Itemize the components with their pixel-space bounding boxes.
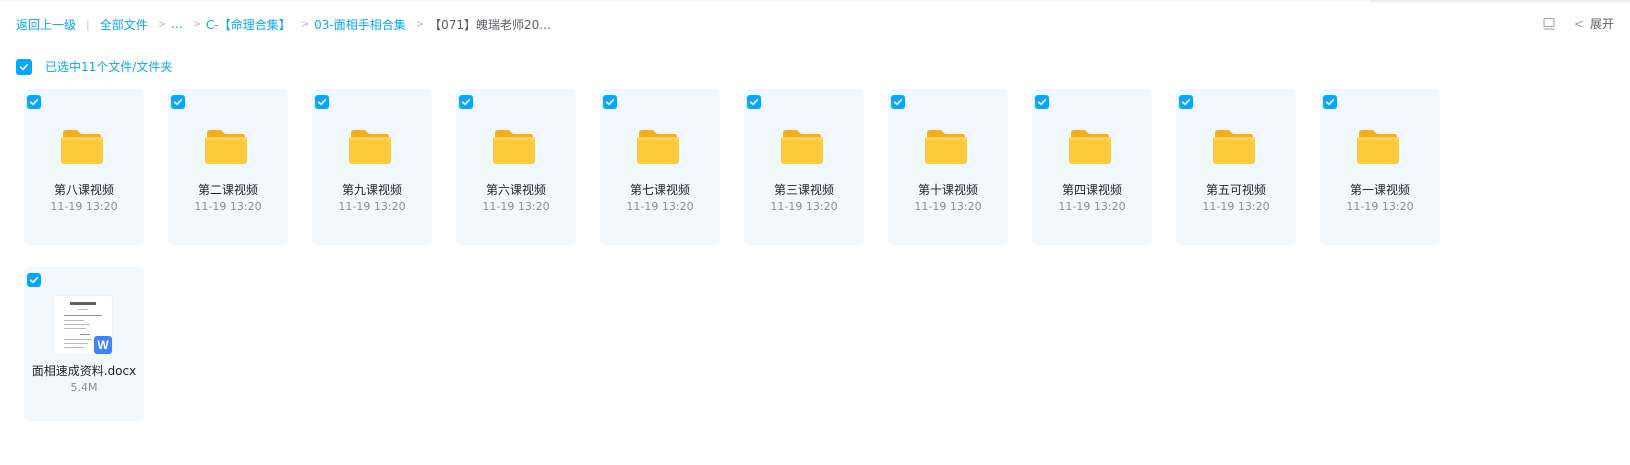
item-name: 第四课视频: [1061, 183, 1122, 197]
breadcrumb-chevron-icon: >: [192, 18, 201, 30]
breadcrumb-all-files[interactable]: 全部文件: [100, 16, 148, 33]
item-name: 第三课视频: [773, 183, 834, 197]
item-meta: 11-19 13:20: [914, 200, 982, 213]
item-checkbox[interactable]: [27, 95, 41, 109]
item-meta: 11-19 13:20: [1058, 200, 1126, 213]
breadcrumb-crumb-2[interactable]: 03-面相手相合集: [314, 16, 406, 33]
item-checkbox[interactable]: [171, 95, 185, 109]
folder-card[interactable]: 第一课视频 11-19 13:20: [1320, 89, 1440, 245]
item-name: 第二课视频: [197, 183, 258, 197]
back-link[interactable]: 返回上一级: [16, 16, 76, 33]
folder-card[interactable]: 第五可视频 11-19 13:20: [1176, 89, 1296, 245]
item-meta: 11-19 13:20: [194, 200, 262, 213]
item-meta: 5.4M: [70, 381, 98, 394]
item-name: 第十课视频: [917, 183, 978, 197]
folder-card[interactable]: 第九课视频 11-19 13:20: [312, 89, 432, 245]
item-name: 第六课视频: [485, 183, 546, 197]
item-meta: 11-19 13:20: [482, 200, 550, 213]
item-meta: 11-19 13:20: [770, 200, 838, 213]
item-checkbox[interactable]: [1179, 95, 1193, 109]
folder-card[interactable]: 第六课视频 11-19 13:20: [456, 89, 576, 245]
item-checkbox[interactable]: [891, 95, 905, 109]
item-checkbox[interactable]: [1035, 95, 1049, 109]
chevron-left-icon[interactable]: <: [1574, 17, 1584, 31]
item-name: 第八课视频: [53, 183, 114, 197]
item-name: 第一课视频: [1349, 183, 1410, 197]
breadcrumb-chevron-icon: >: [300, 18, 310, 30]
expand-button[interactable]: 展开: [1590, 15, 1614, 32]
item-checkbox[interactable]: [603, 95, 617, 109]
item-name: 第五可视频: [1205, 183, 1266, 197]
breadcrumb-ellipsis[interactable]: ...: [171, 17, 182, 31]
item-checkbox[interactable]: [27, 273, 41, 287]
top-scroll-indicator: [1370, 0, 1630, 2]
view-tools: < 展开: [1542, 15, 1614, 32]
item-meta: 11-19 13:20: [338, 200, 406, 213]
folder-icon: [781, 130, 823, 164]
select-all[interactable]: 已选中11个文件/文件夹: [16, 58, 172, 75]
item-name: 第七课视频: [629, 183, 690, 197]
folder-icon: [205, 130, 247, 164]
item-checkbox[interactable]: [315, 95, 329, 109]
breadcrumb-crumb-1[interactable]: C-【命理合集】: [206, 16, 291, 33]
folder-card[interactable]: 第七课视频 11-19 13:20: [600, 89, 720, 245]
folder-icon: [1213, 130, 1255, 164]
folder-icon: [493, 130, 535, 164]
breadcrumb: 返回上一级 | 全部文件 > ... > C-【命理合集】 > 03-面相手相合…: [16, 15, 551, 33]
folder-icon: [637, 130, 679, 164]
select-all-checkbox[interactable]: [16, 58, 32, 75]
folder-card[interactable]: 第三课视频 11-19 13:20: [744, 89, 864, 245]
item-meta: 11-19 13:20: [1202, 200, 1270, 213]
document-card[interactable]: W 面相速成资料.docx 5.4M: [24, 267, 144, 421]
folder-icon: [1357, 130, 1399, 164]
folder-icon: [925, 130, 967, 164]
folder-icon: [349, 130, 391, 164]
item-meta: 11-19 13:20: [1346, 200, 1414, 213]
folder-icon: [61, 130, 103, 164]
breadcrumb-chevron-icon: >: [157, 18, 167, 30]
item-name: 面相速成资料.docx: [31, 364, 137, 378]
folder-card[interactable]: 第十课视频 11-19 13:20: [888, 89, 1008, 245]
item-name: 第九课视频: [341, 183, 402, 197]
item-checkbox[interactable]: [459, 95, 473, 109]
selection-count-label: 已选中11个文件/文件夹: [45, 60, 173, 74]
folder-card[interactable]: 第二课视频 11-19 13:20: [168, 89, 288, 245]
view-mode-icon[interactable]: [1542, 17, 1556, 31]
item-meta: 11-19 13:20: [50, 200, 118, 213]
breadcrumb-current: 【071】魄瑞老师20...: [429, 17, 551, 32]
folder-card[interactable]: 第四课视频 11-19 13:20: [1032, 89, 1152, 245]
folder-icon: [1069, 130, 1111, 164]
breadcrumb-chevron-icon: >: [415, 18, 425, 30]
item-checkbox[interactable]: [747, 95, 761, 109]
item-checkbox[interactable]: [1323, 95, 1337, 109]
folder-card[interactable]: 第八课视频 11-19 13:20: [24, 89, 144, 245]
breadcrumb-divider: |: [86, 17, 90, 31]
item-meta: 11-19 13:20: [626, 200, 694, 213]
word-file-icon: W: [94, 336, 112, 354]
